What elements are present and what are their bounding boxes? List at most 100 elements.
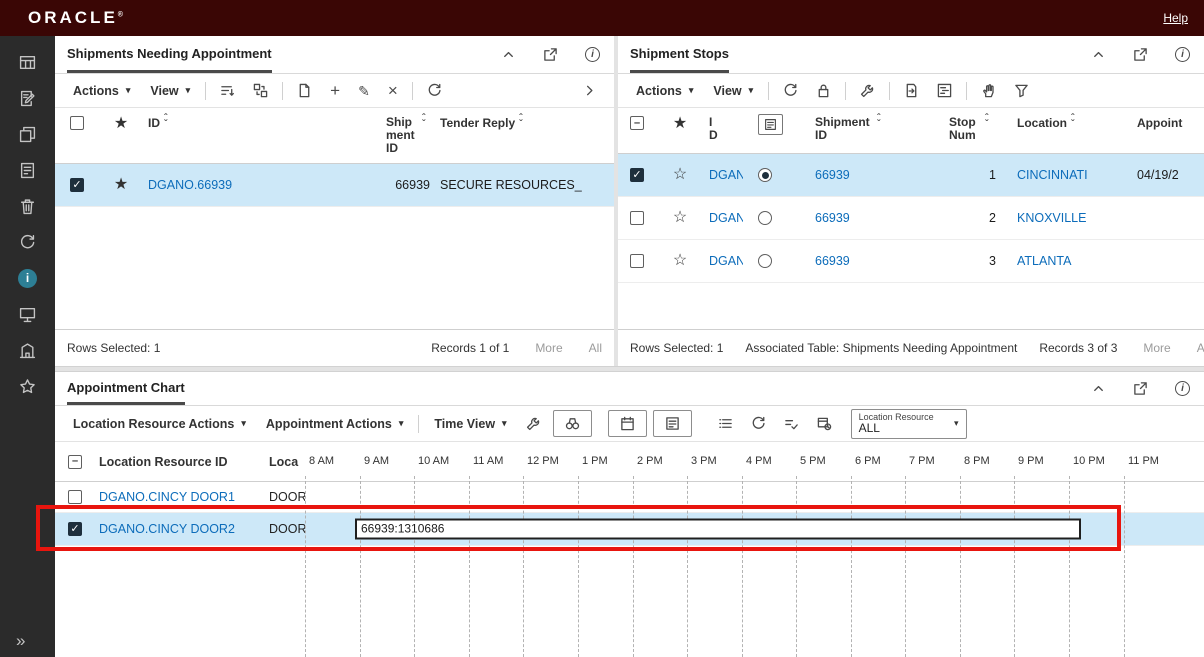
multi-select-icon[interactable] — [775, 412, 808, 435]
binoculars-icon[interactable] — [553, 410, 592, 437]
more-link[interactable]: More — [1143, 341, 1170, 355]
stop-row[interactable]: ✓ ☆ DGANO.66939 66939 1 CINCINNATI 04/19… — [618, 154, 1204, 197]
stop-location-link[interactable]: ATLANTA — [1017, 254, 1127, 268]
sort-columns-icon[interactable] — [211, 79, 244, 102]
stop-location-link[interactable]: KNOXVILLE — [1017, 211, 1127, 225]
favorite-star-icon[interactable]: ★ — [114, 177, 128, 193]
shipments-view-button[interactable]: View▾ — [140, 80, 200, 102]
sidebar-edit-document-icon[interactable] — [0, 80, 55, 116]
time-view-button[interactable]: Time View▾ — [424, 413, 516, 435]
select-all-checkbox[interactable] — [70, 116, 84, 130]
sidebar-expand-icon[interactable]: » — [16, 631, 25, 651]
refresh-icon[interactable] — [774, 79, 807, 102]
location-resource-actions-button[interactable]: Location Resource Actions▾ — [63, 413, 256, 435]
stops-view-button[interactable]: View▾ — [703, 80, 763, 102]
sidebar-delete-icon[interactable] — [0, 188, 55, 224]
shipments-info-icon[interactable]: i — [585, 47, 600, 62]
wrench-icon[interactable] — [517, 412, 550, 435]
resource-row[interactable]: ✓ DGANO.CINCY DOOR2 DOOR2 66939:1310686 — [55, 513, 1204, 546]
row-checkbox[interactable]: ✓ — [70, 178, 84, 192]
favorite-star-icon[interactable]: ☆ — [673, 210, 687, 226]
export-document-icon[interactable] — [895, 79, 928, 102]
location-resource-link[interactable]: DGANO.CINCY DOOR1 — [99, 490, 261, 504]
finder-icon[interactable] — [244, 79, 277, 102]
stop-id-link[interactable]: DGANO.66939 — [709, 211, 743, 225]
details-view-toggle-icon[interactable] — [758, 114, 783, 135]
sort-icon[interactable]: ˆˇ — [1071, 116, 1074, 128]
more-link[interactable]: More — [535, 341, 562, 355]
sidebar-favorites-icon[interactable] — [0, 368, 55, 404]
shipment-id-link[interactable]: DGANO.66939 — [148, 178, 376, 192]
stops-info-icon[interactable]: i — [1175, 47, 1190, 62]
shipment-row[interactable]: ✓ ★ DGANO.66939 66939 SECURE RESOURCES_ — [55, 164, 614, 207]
agenda-view-icon[interactable] — [653, 410, 692, 437]
stop-row[interactable]: ☆ DGANO.66939 66939 3 ATLANTA — [618, 240, 1204, 283]
row-radio[interactable] — [758, 211, 772, 225]
stop-shipment-link[interactable]: 66939 — [815, 168, 939, 182]
drag-hand-icon[interactable] — [972, 79, 1005, 102]
column-header-location[interactable]: Loca — [265, 455, 305, 469]
select-all-checkbox[interactable]: – — [68, 455, 82, 469]
shipments-collapse-icon[interactable] — [501, 47, 516, 62]
add-icon[interactable]: + — [321, 80, 349, 102]
row-checkbox[interactable] — [68, 490, 82, 504]
column-header-id[interactable]: IDˆˇ — [143, 116, 381, 130]
row-checkbox[interactable]: ✓ — [68, 522, 82, 536]
row-radio[interactable] — [758, 168, 772, 182]
sidebar-info-icon[interactable]: i — [0, 260, 55, 296]
delete-icon[interactable]: × — [379, 80, 407, 102]
column-header-appointment[interactable]: Appoint — [1132, 116, 1204, 130]
column-header-id[interactable]: I D — [704, 116, 748, 142]
shipments-actions-button[interactable]: Actions▾ — [63, 80, 140, 102]
stop-location-link[interactable]: CINCINNATI — [1017, 168, 1127, 182]
sidebar-building-icon[interactable] — [0, 332, 55, 368]
sidebar-refresh-icon[interactable] — [0, 224, 55, 260]
column-header-stop-num[interactable]: Stop Numˆˇ — [944, 116, 1012, 142]
sort-icon[interactable]: ˆˇ — [164, 116, 167, 128]
stop-row[interactable]: ☆ DGANO.66939 66939 2 KNOXVILLE — [618, 197, 1204, 240]
sidebar-workbench-icon[interactable] — [0, 44, 55, 80]
all-link[interactable]: All — [1197, 341, 1204, 355]
stop-id-link[interactable]: DGANO.66939 — [709, 254, 743, 268]
select-all-checkbox[interactable]: – — [630, 116, 644, 130]
location-resource-select[interactable]: Location Resource ALL ▾ — [851, 409, 967, 439]
sort-icon[interactable]: ˆˇ — [422, 116, 425, 128]
sidebar-copy-icon[interactable] — [0, 116, 55, 152]
filter-icon[interactable] — [1005, 79, 1038, 102]
sort-icon[interactable]: ˆˇ — [985, 116, 988, 128]
stop-shipment-link[interactable]: 66939 — [815, 211, 939, 225]
gantt-chart-icon[interactable] — [928, 79, 961, 102]
column-header-tender-reply[interactable]: Tender Replyˆˇ — [435, 116, 614, 130]
list-options-icon[interactable] — [709, 412, 742, 435]
column-header-location[interactable]: Locationˆˇ — [1012, 116, 1132, 130]
column-header-location-resource-id[interactable]: Location Resource ID — [95, 455, 265, 469]
column-header-shipment-id[interactable]: Ship ment IDˆˇ — [381, 116, 435, 155]
column-header-shipment-id[interactable]: Shipment IDˆˇ — [810, 116, 944, 142]
sidebar-form-icon[interactable] — [0, 152, 55, 188]
favorite-star-icon[interactable]: ☆ — [673, 167, 687, 183]
location-resource-link[interactable]: DGANO.CINCY DOOR2 — [99, 522, 261, 536]
calendar-view-icon[interactable] — [608, 410, 647, 437]
stop-shipment-link[interactable]: 66939 — [815, 254, 939, 268]
sort-icon[interactable]: ˆˇ — [877, 116, 880, 128]
stops-actions-button[interactable]: Actions▾ — [626, 80, 703, 102]
row-checkbox[interactable] — [630, 254, 644, 268]
all-link[interactable]: All — [589, 341, 602, 355]
chart-open-window-icon[interactable] — [1133, 381, 1148, 396]
sort-icon[interactable]: ˆˇ — [519, 116, 522, 128]
stops-open-window-icon[interactable] — [1133, 47, 1148, 62]
chart-collapse-icon[interactable] — [1091, 381, 1106, 396]
row-checkbox[interactable]: ✓ — [630, 168, 644, 182]
edit-icon[interactable]: ✎ — [349, 80, 379, 102]
stops-collapse-icon[interactable] — [1091, 47, 1106, 62]
new-document-icon[interactable] — [288, 79, 321, 102]
appointment-actions-button[interactable]: Appointment Actions▾ — [256, 413, 413, 435]
resource-row[interactable]: DGANO.CINCY DOOR1 DOOR1 — [55, 482, 1204, 513]
row-checkbox[interactable] — [630, 211, 644, 225]
timeline-lane[interactable] — [305, 482, 1204, 512]
toolbar-overflow-icon[interactable] — [573, 79, 606, 102]
wrench-icon[interactable] — [851, 79, 884, 102]
timeline-lane[interactable]: 66939:1310686 — [305, 513, 1204, 545]
help-link[interactable]: Help — [1163, 11, 1188, 25]
schedule-icon[interactable] — [808, 412, 841, 435]
